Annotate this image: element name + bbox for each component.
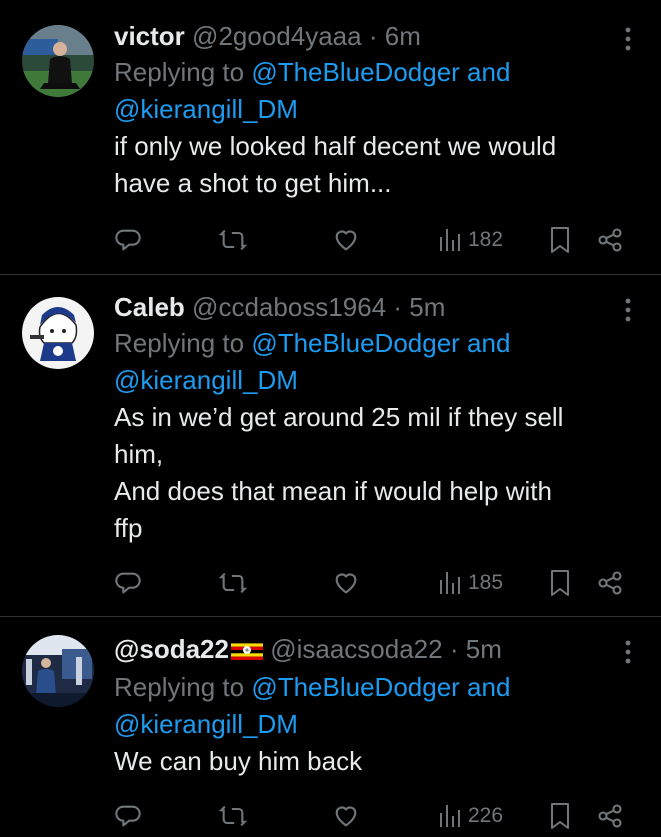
share-button[interactable] [596, 223, 624, 257]
views-count: 185 [468, 571, 504, 594]
like-button[interactable] [332, 566, 360, 600]
separator-dot: · [393, 292, 403, 322]
like-icon [335, 230, 357, 251]
replying-to: Replying to @TheBlueDodger and @kierangi… [114, 325, 631, 399]
tweet-header: @soda22 @isaacsoda22 · 5m [114, 631, 631, 669]
tweet-text: We can buy him back [114, 746, 363, 776]
mention-link[interactable]: @kierangill_DM [114, 365, 298, 395]
user-handle[interactable]: @2good4yaaa [192, 21, 362, 51]
separator-dot: · [368, 21, 378, 51]
retweet-button[interactable] [219, 799, 247, 833]
like-icon [335, 573, 357, 594]
views-count: 226 [468, 804, 504, 827]
views-button[interactable]: 185 [438, 566, 503, 600]
tweet-content: victor @2good4yaaa · 6m Replying to @The… [114, 18, 631, 202]
reply-icon [115, 805, 141, 827]
mention-link[interactable]: @TheBlueDodger and [251, 672, 510, 702]
bookmark-icon [551, 227, 569, 253]
replying-to-label: Replying to [114, 328, 245, 358]
uganda-flag-icon [230, 633, 263, 669]
views-icon [440, 572, 460, 594]
timestamp[interactable]: 6m [385, 21, 421, 51]
like-icon [335, 806, 357, 827]
bookmark-icon [551, 570, 569, 596]
tweet-header: victor @2good4yaaa · 6m [114, 18, 631, 54]
more-icon[interactable] [623, 297, 633, 323]
reply-button[interactable] [114, 566, 142, 600]
share-icon [598, 571, 622, 595]
action-bar: 226 [114, 799, 631, 833]
tweet[interactable]: victor @2good4yaaa · 6m Replying to @The… [0, 0, 661, 275]
mention-link[interactable]: @TheBlueDodger and [251, 328, 510, 358]
tweet-text: As in we’d get around 25 mil if they sel… [114, 402, 564, 543]
views-icon [440, 805, 460, 827]
retweet-button[interactable] [219, 566, 247, 600]
display-name[interactable]: @soda22 [114, 634, 229, 664]
separator-dot: · [449, 634, 459, 664]
more-icon[interactable] [623, 639, 633, 665]
more-icon[interactable] [623, 26, 633, 52]
views-count: 182 [468, 228, 504, 251]
share-icon [598, 228, 622, 252]
replying-to: Replying to @TheBlueDodger and @kierangi… [114, 669, 631, 743]
bookmark-button[interactable] [548, 223, 572, 257]
reply-icon [115, 572, 141, 594]
retweet-icon [219, 572, 247, 594]
tweet[interactable]: Caleb @ccdaboss1964 · 5m Replying to @Th… [0, 275, 661, 617]
reply-icon [115, 229, 141, 251]
timestamp[interactable]: 5m [409, 292, 445, 322]
like-button[interactable] [332, 223, 360, 257]
tweet-content: @soda22 @isaacsoda22 · 5m Replying to @T… [114, 631, 631, 780]
replying-to: Replying to @TheBlueDodger and @kierangi… [114, 54, 631, 128]
replying-to-label: Replying to [114, 57, 245, 87]
avatar[interactable] [22, 25, 94, 97]
action-bar: 182 [114, 223, 631, 257]
retweet-icon [219, 229, 247, 251]
bookmark-icon [551, 803, 569, 829]
reply-button[interactable] [114, 223, 142, 257]
like-button[interactable] [332, 799, 360, 833]
views-button[interactable]: 182 [438, 223, 503, 257]
share-icon [598, 804, 622, 828]
user-handle[interactable]: @ccdaboss1964 [192, 292, 386, 322]
avatar[interactable] [22, 635, 94, 707]
mention-link[interactable]: @kierangill_DM [114, 94, 298, 124]
share-button[interactable] [596, 566, 624, 600]
tweet-content: Caleb @ccdaboss1964 · 5m Replying to @Th… [114, 289, 631, 547]
tweet-text: if only we looked half decent we would h… [114, 131, 557, 198]
tweet[interactable]: @soda22 @isaacsoda22 · 5m Replying to @T… [0, 617, 661, 837]
mention-link[interactable]: @TheBlueDodger and [251, 57, 510, 87]
retweet-button[interactable] [219, 223, 247, 257]
timestamp[interactable]: 5m [466, 634, 502, 664]
share-button[interactable] [596, 799, 624, 833]
bookmark-button[interactable] [548, 799, 572, 833]
retweet-icon [219, 805, 247, 827]
display-name[interactable]: victor [114, 21, 185, 51]
bookmark-button[interactable] [548, 566, 572, 600]
views-icon [440, 229, 460, 251]
reply-button[interactable] [114, 799, 142, 833]
replying-to-label: Replying to [114, 672, 245, 702]
tweet-header: Caleb @ccdaboss1964 · 5m [114, 289, 631, 325]
display-name[interactable]: Caleb [114, 292, 185, 322]
mention-link[interactable]: @kierangill_DM [114, 709, 298, 739]
views-button[interactable]: 226 [438, 799, 503, 833]
user-handle[interactable]: @isaacsoda22 [270, 634, 442, 664]
action-bar: 185 [114, 566, 631, 600]
avatar[interactable] [22, 297, 94, 369]
